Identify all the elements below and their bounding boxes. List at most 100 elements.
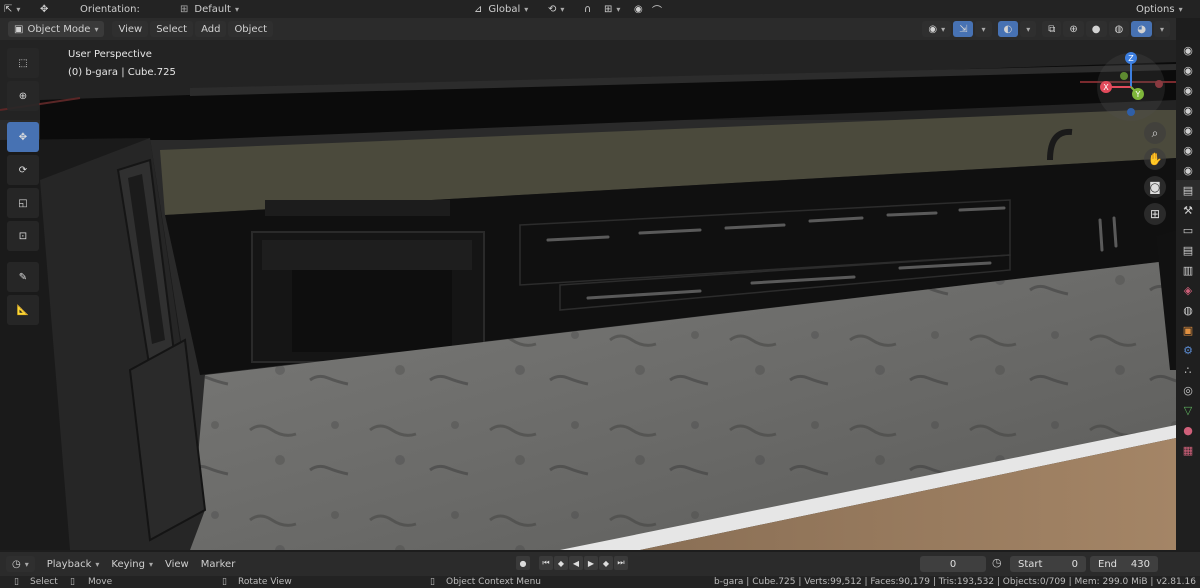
eye-icon[interactable]: ◉ [1176,60,1200,80]
eye-icon[interactable]: ◉ [1176,140,1200,160]
move-icon: ✥ [18,131,28,143]
scene-statistics: b-gara | Cube.725 | Verts:99,512 | Faces… [714,577,1196,587]
pivot-point-dropdown[interactable]: ⇱ ▾ [0,0,36,18]
material-sphere-icon: ◍ [1114,23,1124,35]
keying-menu[interactable]: Keying ▾ [105,559,159,570]
orientation-dropdown[interactable]: ⊞ Default ▾ [176,0,256,18]
gizmo-arrow-icon: ⇲ [959,23,968,35]
scene-icon[interactable]: ◈ [1176,280,1200,300]
view-menu[interactable]: View [159,559,195,570]
modifier-icon[interactable]: ⚙ [1176,340,1200,360]
view-menu[interactable]: View [112,21,149,37]
chevron-down-icon: ▾ [148,559,153,569]
add-menu[interactable]: Add [195,21,227,37]
end-frame-field[interactable]: End 430 [1090,556,1158,572]
measure-tool[interactable]: 📐 [7,295,39,325]
select-menu[interactable]: Select [150,21,194,37]
object-menu[interactable]: Object [228,21,274,37]
playback-menu[interactable]: Playback ▾ [41,559,106,570]
overlays-toggle[interactable]: ◐ [997,21,1019,37]
falloff-dropdown[interactable]: ⌒ [648,0,678,18]
gizmo-toggle[interactable]: ⇲ [953,21,974,37]
record-button[interactable]: ● [516,556,530,570]
snap-dropdown[interactable]: ⟲ ▾ [544,0,580,18]
3d-viewport[interactable]: User Perspective (0) b-gara | Cube.725 Z… [0,40,1176,550]
marker-menu[interactable]: Marker [195,559,242,570]
shading-dropdown[interactable]: ▾ [1153,21,1170,37]
eye-icon[interactable]: ◉ [1176,40,1200,60]
kitchen-scene-render [0,40,1176,550]
start-frame-field[interactable]: Start 0 [1010,556,1086,572]
shading-material[interactable]: ◍ [1108,21,1130,37]
output-icon[interactable]: ▤ [1176,240,1200,260]
view-layer-icon[interactable]: ▥ [1176,260,1200,280]
texture-icon[interactable]: ▦ [1176,440,1200,460]
stopwatch-icon[interactable]: ◷ [992,556,1002,569]
physics-icon[interactable]: ◎ [1176,380,1200,400]
render-icon[interactable]: ▭ [1176,220,1200,240]
rotate-icon: ⟳ [18,164,28,176]
solid-sphere-icon: ● [1091,23,1101,35]
object-mode-icon: ▣ [14,23,24,35]
transform-space-dropdown[interactable]: ⊿ Global ▾ [470,0,544,18]
move-arrows-icon: ✥ [40,3,49,15]
xray-toggle[interactable]: ⧉ [1042,21,1062,37]
editor-type-dropdown[interactable]: ◷ ▾ [6,556,35,572]
select-box-tool[interactable]: ⬚ [7,48,39,78]
jump-start-button[interactable]: ⏮ [539,556,553,570]
zoom-button[interactable]: ⌕ [1144,122,1166,144]
play-reverse-button[interactable]: ◀ [569,556,583,570]
snap-element-dropdown[interactable]: ⊞ ▾ [600,0,630,18]
shading-wireframe[interactable]: ⊕ [1063,21,1084,37]
outliner-visibility-strip: ◉ ◉ ◉ ◉ ◉ ◉ ◉ ▤ ⚒ ▭ ▤ ▥ ◈ ◍ ▣ ⚙ ∴ ◎ ▽ ● … [1176,40,1200,550]
navigation-gizmo[interactable]: Z X Y [1094,50,1168,124]
chevron-down-icon: ▾ [981,24,986,34]
mode-dropdown[interactable]: ▣ Object Mode ▾ [8,21,105,37]
status-move-hint: Move [88,577,113,587]
scale-tool[interactable]: ◱ [7,188,39,218]
material-icon[interactable]: ● [1176,420,1200,440]
move-tool[interactable]: ✥ [7,122,39,152]
camera-view-button[interactable]: ◙ [1144,176,1166,198]
annotate-tool[interactable]: ✎ [7,262,39,292]
eye-icon[interactable]: ◉ [1176,80,1200,100]
options-dropdown[interactable]: Options ▾ [1132,0,1192,18]
transform-gizmo-button[interactable]: ✥ [36,0,76,18]
shading-solid[interactable]: ● [1085,21,1107,37]
wrench-icon[interactable]: ⚒ [1176,200,1200,220]
object-icon[interactable]: ▣ [1176,320,1200,340]
eye-icon[interactable]: ◉ [1176,160,1200,180]
orientation-label: Orientation: [80,3,140,15]
gizmo-neg-y[interactable] [1120,72,1128,80]
gizmo-neg-x[interactable] [1155,80,1163,88]
proportional-edit-toggle[interactable]: ◉ [630,0,648,18]
snap-toggle[interactable]: ∩ [580,0,600,18]
play-button[interactable]: ▶ [584,556,598,570]
status-bar: ▯ Select ▯ Move ▯ Rotate View ▯ Object C… [0,576,1200,588]
cursor-tool[interactable]: ⊕ [7,81,39,111]
particles-icon[interactable]: ∴ [1176,360,1200,380]
grid-perspective-icon: ⊞ [1149,207,1161,221]
transform-tool[interactable]: ⊡ [7,221,39,251]
constraints-icon[interactable]: ▽ [1176,400,1200,420]
pan-button[interactable]: ✋ [1144,148,1166,170]
prev-keyframe-button[interactable]: ◆ [554,556,568,570]
ortho-toggle-button[interactable]: ⊞ [1144,203,1166,225]
zoom-icon: ⌕ [1151,125,1159,140]
pencil-icon: ✎ [18,271,28,283]
next-keyframe-button[interactable]: ◆ [599,556,613,570]
shading-rendered[interactable]: ◕ [1131,21,1152,37]
world-icon[interactable]: ◍ [1176,300,1200,320]
rotate-tool[interactable]: ⟳ [7,155,39,185]
properties-tab-tool[interactable]: ▤ [1176,180,1200,200]
gizmo-dropdown[interactable]: ▾ [975,21,992,37]
eye-icon[interactable]: ◉ [1176,100,1200,120]
gizmo-neg-z[interactable] [1127,108,1135,116]
eye-icon[interactable]: ◉ [1176,120,1200,140]
jump-end-button[interactable]: ⏭ [614,556,628,570]
select-box-icon: ⬚ [18,57,28,69]
current-frame-field[interactable]: 0 [920,556,986,572]
visibility-dropdown[interactable]: ◉ ▾ [922,21,952,37]
axis-icon: ⊿ [474,3,483,15]
overlays-dropdown[interactable]: ▾ [1020,21,1037,37]
